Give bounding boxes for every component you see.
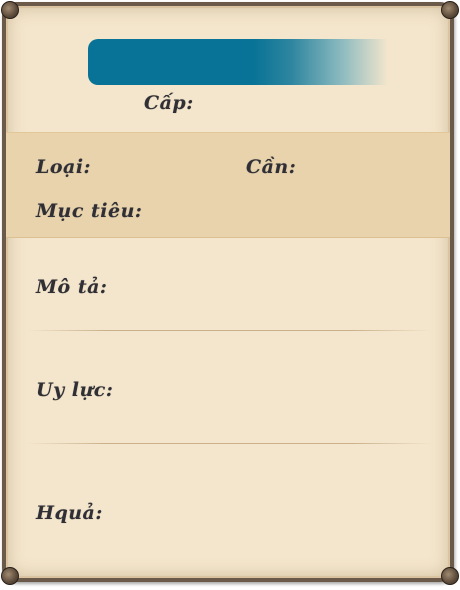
divider (26, 330, 432, 331)
corner-rivet (441, 1, 459, 19)
required-label: Cần: (246, 156, 297, 178)
effect-label: Hquả: (36, 502, 103, 524)
info-band (6, 132, 450, 238)
power-label: Uy lực: (36, 379, 114, 401)
corner-rivet (441, 567, 459, 585)
corner-rivet (1, 1, 19, 19)
level-label: Cấp: (144, 92, 194, 114)
type-label: Loại: (36, 156, 92, 178)
corner-rivet (1, 567, 19, 585)
description-label: Mô tả: (36, 276, 108, 298)
divider (26, 443, 432, 444)
target-label: Mục tiêu: (36, 200, 143, 222)
skill-name-banner (88, 39, 388, 85)
skill-info-panel: Cấp: Loại: Cần: Mục tiêu: Mô tả: Uy lực:… (2, 2, 454, 582)
